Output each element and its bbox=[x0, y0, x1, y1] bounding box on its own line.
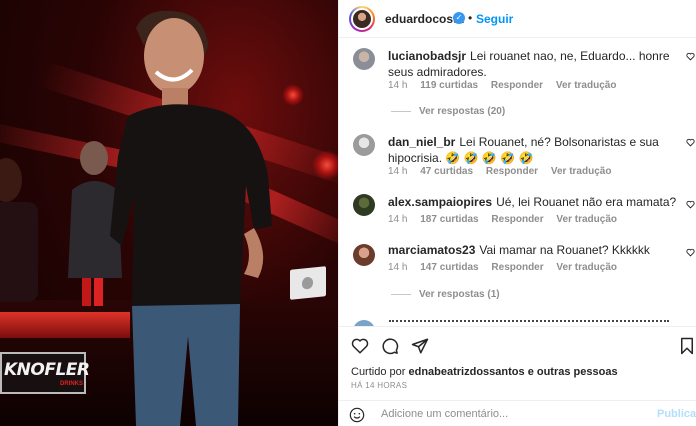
comment-likes[interactable]: 119 curtidas bbox=[420, 80, 478, 91]
author-avatar[interactable] bbox=[349, 6, 375, 32]
comment-meta: 14 h 187 curtidas Responder Ver tradução bbox=[388, 214, 627, 225]
comment-meta: 14 h 147 curtidas Responder Ver tradução bbox=[388, 262, 627, 273]
comment-meta: 14 h 47 curtidas Responder Ver tradução bbox=[388, 166, 621, 177]
comment-time: 14 h bbox=[388, 80, 408, 91]
comment-likes[interactable]: 47 curtidas bbox=[420, 166, 473, 177]
like-comment-heart-icon[interactable] bbox=[686, 138, 695, 147]
like-comment-heart-icon[interactable] bbox=[686, 52, 695, 61]
share-paper-plane-icon[interactable] bbox=[411, 337, 429, 355]
commenter-username[interactable]: marciamatos23 bbox=[388, 243, 475, 257]
liked-by-suffix[interactable]: e outras pessoas bbox=[528, 366, 618, 378]
comment-time: 14 h bbox=[388, 166, 408, 177]
author-username[interactable]: eduardocosta bbox=[385, 12, 464, 26]
post-photo: KNOFLER DRINKS bbox=[0, 0, 338, 426]
stage-spotlight bbox=[312, 150, 338, 180]
apple-logo-icon bbox=[302, 276, 313, 290]
comment-time: 14 h bbox=[388, 262, 408, 273]
replies-label: Ver respostas (20) bbox=[419, 106, 506, 117]
comments-list[interactable]: lucianobadsjr Lei rouanet nao, ne, Eduard… bbox=[339, 38, 696, 326]
performer bbox=[110, 10, 272, 426]
like-heart-icon[interactable] bbox=[351, 337, 369, 355]
post-action-bar bbox=[339, 326, 696, 366]
commenter-avatar[interactable] bbox=[353, 244, 375, 266]
like-comment-heart-icon[interactable] bbox=[686, 248, 695, 257]
avatar-image bbox=[351, 8, 373, 30]
translate-button[interactable]: Ver tradução bbox=[556, 80, 617, 91]
hidden-comment-text bbox=[389, 320, 669, 322]
replies-line bbox=[391, 293, 411, 295]
comment-time: 14 h bbox=[388, 214, 408, 225]
brand-logo-text: KNOFLER bbox=[4, 360, 90, 380]
view-replies-button[interactable]: Ver respostas (20) bbox=[391, 106, 505, 117]
replies-line bbox=[391, 110, 411, 112]
post-side-panel: eduardocosta ✓ • Seguir lucianobadsjr Lei… bbox=[338, 0, 696, 426]
post-timestamp: HÁ 14 HORAS bbox=[351, 381, 408, 390]
save-bookmark-icon[interactable] bbox=[679, 337, 695, 355]
reply-button[interactable]: Responder bbox=[491, 214, 543, 225]
reply-button[interactable]: Responder bbox=[491, 262, 543, 273]
liked-by-prefix: Curtido por bbox=[351, 366, 406, 378]
liked-by-user[interactable]: ednabeatrizdossantos bbox=[408, 366, 524, 378]
laptop bbox=[290, 266, 326, 300]
post-header: eduardocosta ✓ • Seguir bbox=[339, 0, 696, 38]
comment-body: Vai mamar na Rouanet? Kkkkkk bbox=[479, 243, 650, 257]
commenter-username[interactable]: dan_niel_br bbox=[388, 135, 455, 149]
reply-button[interactable]: Responder bbox=[491, 80, 543, 91]
translate-button[interactable]: Ver tradução bbox=[551, 166, 612, 177]
replies-label: Ver respostas (1) bbox=[419, 289, 500, 300]
verified-badge-icon: ✓ bbox=[453, 12, 465, 24]
comment-bubble-icon[interactable] bbox=[381, 337, 399, 355]
background-musician bbox=[0, 158, 38, 302]
comment-likes[interactable]: 147 curtidas bbox=[420, 262, 478, 273]
comment-body: Ué, lei Rouanet não era mamata? bbox=[496, 195, 677, 209]
comment-text: dan_niel_br Lei Rouanet, né? Bolsonarista… bbox=[388, 134, 678, 166]
commenter-avatar[interactable] bbox=[353, 194, 375, 216]
publish-button[interactable]: Publicar bbox=[657, 408, 696, 420]
commenter-username[interactable]: alex.sampaiopires bbox=[388, 195, 492, 209]
emoji-smiley-icon[interactable] bbox=[349, 407, 365, 423]
commenter-username[interactable]: lucianobadsjr bbox=[388, 49, 466, 63]
like-comment-heart-icon[interactable] bbox=[686, 200, 695, 209]
add-comment-input[interactable]: Adicione um comentário... bbox=[381, 408, 631, 420]
commenter-avatar[interactable] bbox=[353, 48, 375, 70]
add-comment-bar: Adicione um comentário... Publicar bbox=[339, 400, 696, 426]
commenter-avatar[interactable] bbox=[353, 134, 375, 156]
comment-likes[interactable]: 187 curtidas bbox=[420, 214, 478, 225]
reply-button[interactable]: Responder bbox=[486, 166, 538, 177]
comment-meta: 14 h 119 curtidas Responder Ver tradução bbox=[388, 80, 626, 91]
comment-text: alex.sampaiopires Ué, lei Rouanet não era… bbox=[388, 194, 678, 210]
liked-by-line: Curtido por ednabeatrizdossantos e outra… bbox=[351, 366, 618, 378]
translate-button[interactable]: Ver tradução bbox=[556, 262, 617, 273]
view-replies-button[interactable]: Ver respostas (1) bbox=[391, 289, 500, 300]
comment-text: marciamatos23 Vai mamar na Rouanet? Kkkkk… bbox=[388, 242, 678, 258]
comment-text: lucianobadsjr Lei rouanet nao, ne, Eduard… bbox=[388, 48, 678, 80]
brand-logo: KNOFLER DRINKS bbox=[0, 352, 90, 394]
separator-dot: • bbox=[468, 11, 473, 25]
brand-logo-subtext: DRINKS bbox=[60, 381, 84, 387]
translate-button[interactable]: Ver tradução bbox=[556, 214, 617, 225]
follow-button[interactable]: Seguir bbox=[476, 12, 513, 26]
